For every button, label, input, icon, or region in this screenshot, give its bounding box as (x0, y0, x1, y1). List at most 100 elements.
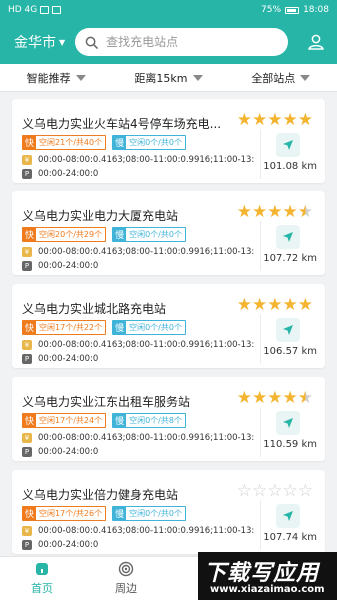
fast-charger-tag: 快 空闲17个/共22个 (22, 320, 107, 335)
navigate-button[interactable] (276, 133, 300, 157)
station-name: 义乌电力实业火车站4号停车场充电... (22, 117, 222, 131)
star-icon: ☆ (297, 481, 313, 501)
parking-row: P 00:00-24:00:0 (22, 261, 254, 271)
star-icon: ★ (297, 388, 313, 408)
filter-label: 距离15km (134, 71, 188, 85)
rating-stars: ★ ★ ★ ★ ★ (237, 390, 313, 407)
parking-row: P 00:00-24:00:0 (22, 447, 254, 457)
star-icon: ★ (236, 295, 252, 315)
price-schedule: 00:00-08:00:0.4163;08:00-11:00:0.9916;11… (38, 526, 254, 536)
station-card[interactable]: 义乌电力实业倍力健身充电站 ☆ ☆ ☆ ☆ ☆ 快 空闲17个/共26个 慢 空闲0个/… (12, 470, 325, 554)
rating-stars: ★ ★ ★ ★ ★ (237, 297, 313, 314)
fast-charger-tag: 快 空闲17个/共26个 (22, 506, 107, 521)
watermark-url: www.xiazaimao.com (210, 584, 325, 595)
yen-icon: ¥ (22, 340, 32, 350)
fast-charger-tag: 快 空闲17个/共24个 (22, 413, 107, 428)
star-icon: ☆ (282, 481, 298, 501)
parking-fee: 00:00-24:00:0 (38, 540, 99, 550)
fast-key: 快 (23, 228, 37, 241)
charger-tags: 快 空闲17个/共22个 慢 空闲0个/共0个 (22, 320, 186, 335)
star-icon: ★ (297, 110, 313, 130)
parking-icon: P (22, 169, 32, 179)
price-row: ¥ 00:00-08:00:0.4163;08:00-11:00:0.9916;… (22, 247, 254, 257)
navigate-button[interactable] (276, 504, 300, 528)
navigate-button[interactable] (276, 411, 300, 435)
star-icon: ☆ (267, 481, 283, 501)
tab-nearby[interactable]: 周边 (84, 557, 168, 600)
fast-key: 快 (23, 507, 37, 520)
fast-charger-tag: 快 空闲21个/共40个 (22, 135, 107, 150)
star-icon: ☆ (252, 481, 268, 501)
station-card[interactable]: 义乌电力实业火车站4号停车场充电... ★ ★ ★ ★ ★ 快 空闲21个/共40个 慢… (12, 99, 325, 183)
navigate-button[interactable] (276, 225, 300, 249)
distance: 110.59 km (263, 439, 317, 450)
yen-icon: ¥ (22, 155, 32, 165)
divider (260, 129, 261, 179)
tab-label: 周边 (115, 582, 137, 595)
price-row: ¥ 00:00-08:00:0.4163;08:00-11:00:0.9916;… (22, 155, 254, 165)
price-row: ¥ 00:00-08:00:0.4163;08:00-11:00:0.9916;… (22, 433, 254, 443)
search-input[interactable] (106, 35, 277, 49)
home-icon (36, 563, 48, 575)
star-icon: ★ (267, 202, 283, 222)
parking-icon: P (22, 540, 32, 550)
charger-tags: 快 空闲20个/共29个 慢 空闲0个/共0个 (22, 227, 186, 242)
station-card[interactable]: 义乌电力实业电力大厦充电站 ★ ★ ★ ★ ★ 快 空闲20个/共29个 慢 空闲0个/… (12, 191, 325, 275)
rating-stars: ☆ ☆ ☆ ☆ ☆ (237, 483, 313, 500)
star-icon: ☆ (236, 481, 252, 501)
parking-icon: P (22, 447, 32, 457)
divider (260, 407, 261, 457)
triangle-down-icon (300, 74, 311, 81)
city-label: 金华市 (14, 35, 56, 51)
message-icon (52, 6, 62, 14)
slow-key: 慢 (113, 414, 127, 427)
fast-availability: 空闲17个/共24个 (39, 416, 103, 425)
tab-home[interactable]: 首页 (0, 557, 84, 600)
star-icon: ★ (252, 388, 268, 408)
slow-key: 慢 (113, 228, 127, 241)
city-selector[interactable]: 金华市 ▼ (14, 32, 65, 52)
user-location-icon[interactable] (303, 29, 329, 55)
star-icon: ★ (282, 295, 298, 315)
parking-fee: 00:00-24:00:0 (38, 169, 99, 179)
filter-bar: 智能推荐 距离15km 全部站点 (0, 64, 337, 92)
slow-charger-tag: 慢 空闲0个/共8个 (112, 413, 186, 428)
battery-percent: 75% (261, 5, 282, 15)
station-card[interactable]: 义乌电力实业城北路充电站 ★ ★ ★ ★ ★ 快 空闲17个/共22个 慢 空闲0个/共… (12, 284, 325, 368)
station-card[interactable]: 义乌电力实业江东出租车服务站 ★ ★ ★ ★ ★ 快 空闲17个/共24个 慢 空闲0个… (12, 377, 325, 461)
navigate-button[interactable] (276, 318, 300, 342)
price-schedule: 00:00-08:00:0.4163;08:00-11:00:0.9916;11… (38, 433, 254, 443)
fast-availability: 空闲21个/共40个 (39, 138, 103, 147)
price-row: ¥ 00:00-08:00:0.4163;08:00-11:00:0.9916;… (22, 340, 254, 350)
parking-row: P 00:00-24:00:0 (22, 354, 254, 364)
slow-charger-tag: 慢 空闲0个/共0个 (112, 320, 186, 335)
divider (260, 500, 261, 550)
star-icon: ★ (236, 388, 252, 408)
status-bar: HD 4G 75% 18:08 (0, 0, 337, 20)
distance: 107.74 km (263, 532, 317, 543)
star-icon: ★ (252, 202, 268, 222)
star-icon: ★ (282, 110, 298, 130)
charger-tags: 快 空闲17个/共24个 慢 空闲0个/共8个 (22, 413, 186, 428)
filter-smart-recommend[interactable]: 智能推荐 (0, 70, 112, 86)
person-pin-icon (308, 34, 324, 50)
fast-key: 快 (23, 414, 37, 427)
triangle-down-icon (192, 74, 203, 81)
app-header: 金华市 ▼ (0, 20, 337, 64)
tab-label: 首页 (31, 582, 53, 595)
fast-availability: 空闲17个/共22个 (39, 323, 103, 332)
parking-icon: P (22, 354, 32, 364)
station-name: 义乌电力实业江东出租车服务站 (22, 395, 191, 409)
price-schedule: 00:00-08:00:0.4163;08:00-11:00:0.9916;11… (38, 340, 254, 350)
filter-label: 全部站点 (251, 71, 296, 85)
parking-icon: P (22, 261, 32, 271)
navigation-arrow-icon (283, 511, 293, 521)
filter-distance[interactable]: 距离15km (112, 70, 224, 86)
filter-all-stations[interactable]: 全部站点 (225, 70, 337, 86)
divider (260, 314, 261, 364)
search-box[interactable] (75, 28, 289, 56)
navigation-arrow-icon (283, 418, 293, 428)
station-list: 义乌电力实业火车站4号停车场充电... ★ ★ ★ ★ ★ 快 空闲21个/共40个 慢… (0, 92, 337, 556)
slow-key: 慢 (113, 136, 127, 149)
star-icon: ★ (236, 202, 252, 222)
